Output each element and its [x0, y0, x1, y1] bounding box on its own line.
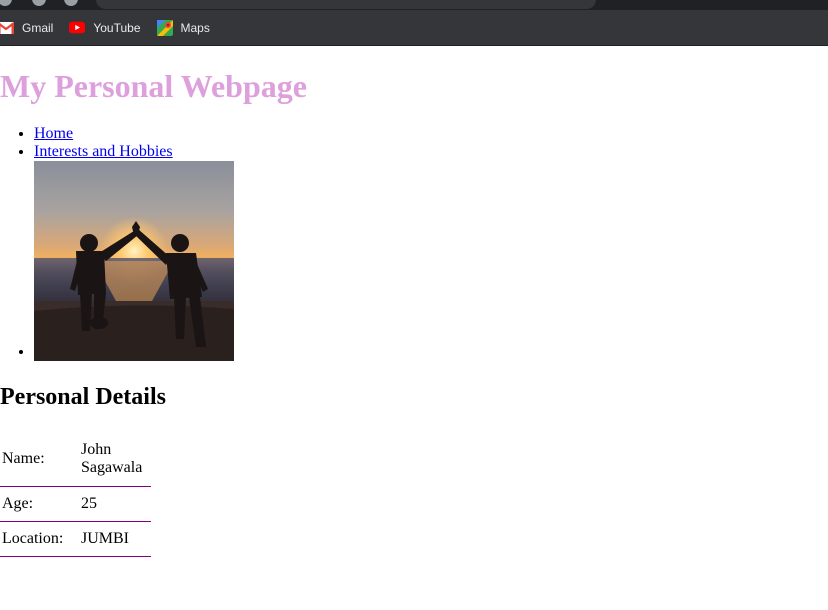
nav-item-home: Home	[34, 125, 234, 143]
row-value: JUMBI	[79, 521, 151, 557]
nav-item-photo	[34, 161, 234, 361]
details-heading: Personal Details	[0, 384, 166, 410]
home-link[interactable]: Home	[34, 125, 73, 142]
bookmark-label: Maps	[180, 20, 210, 35]
browser-tab-strip	[0, 0, 828, 10]
bookmark-label: Gmail	[22, 20, 54, 35]
row-value: 25	[79, 486, 151, 522]
interests-link[interactable]: Interests and Hobbies	[34, 143, 173, 160]
row-label: Location:	[0, 521, 79, 557]
sunset-beach-high-five-photo	[34, 161, 234, 361]
youtube-icon	[69, 20, 86, 36]
gmail-icon	[0, 20, 14, 36]
nav-item-interests: Interests and Hobbies	[34, 143, 234, 161]
maps-icon	[156, 19, 173, 36]
address-bar[interactable]	[96, 0, 596, 9]
forward-icon[interactable]	[32, 0, 46, 6]
reload-icon[interactable]	[64, 0, 78, 6]
table-row: Age: 25	[0, 486, 151, 522]
bookmark-youtube[interactable]: YouTube	[69, 16, 148, 40]
row-value: John Sagawala	[79, 434, 151, 487]
bookmarks-bar: Gmail YouTube Maps	[0, 10, 828, 46]
bookmark-maps[interactable]: Maps	[156, 16, 218, 40]
back-icon[interactable]	[0, 0, 12, 6]
personal-details-table: Name: John Sagawala Age: 25 Location: JU…	[0, 434, 151, 557]
row-label: Name:	[0, 434, 79, 487]
page-title: My Personal Webpage	[0, 68, 307, 104]
bookmark-gmail[interactable]: Gmail	[0, 16, 61, 40]
bookmark-label: YouTube	[93, 20, 141, 35]
table-row: Name: John Sagawala	[0, 434, 151, 487]
nav-list: Home Interests and Hobbies	[0, 125, 234, 361]
row-label: Age:	[0, 486, 79, 522]
table-row: Location: JUMBI	[0, 521, 151, 557]
